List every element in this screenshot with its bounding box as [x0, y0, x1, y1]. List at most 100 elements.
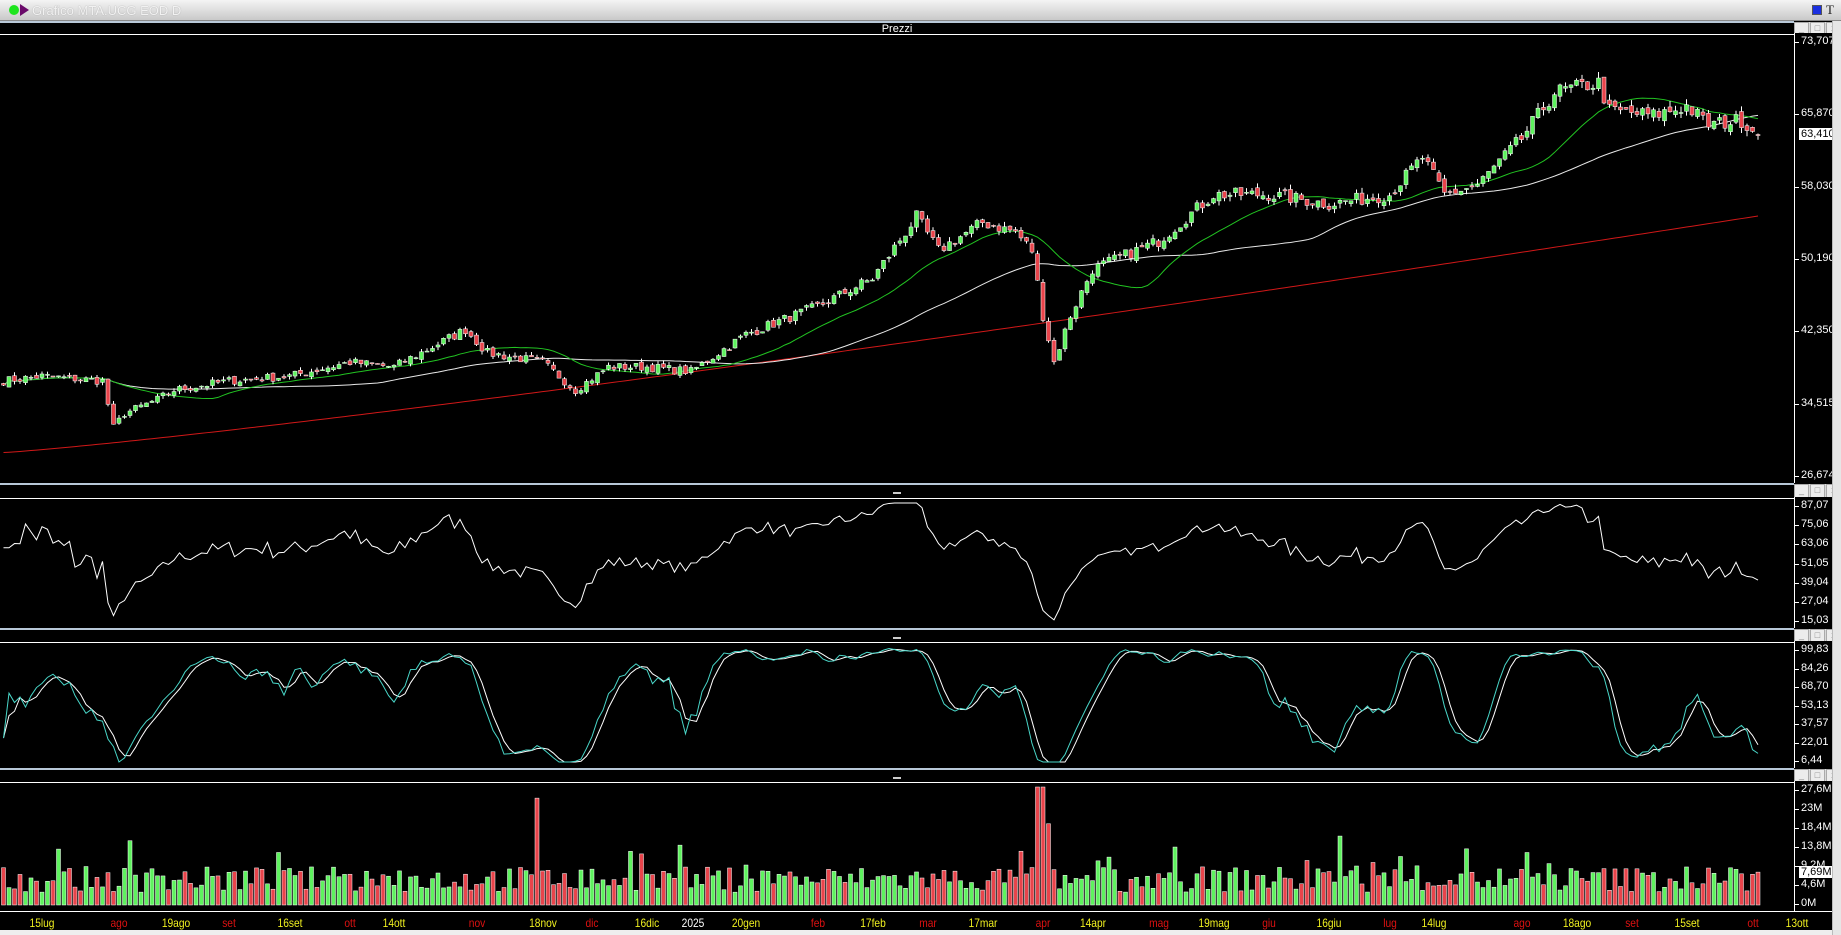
candle-body-up	[6, 376, 12, 388]
candle	[1425, 154, 1431, 166]
volume-bar	[1167, 872, 1172, 906]
candle-body-up	[1354, 192, 1359, 200]
candle	[1711, 120, 1717, 131]
candle-body-up	[1161, 240, 1167, 249]
volume-bar	[1414, 865, 1420, 906]
volume-bar	[1227, 872, 1233, 906]
candle-body-down	[67, 375, 72, 377]
volume-bar	[1568, 868, 1574, 906]
volume-bar	[1205, 889, 1211, 906]
text-tool-icon[interactable]: T	[1826, 2, 1834, 18]
volume-bar	[270, 888, 276, 906]
volume-bar	[1266, 887, 1271, 906]
axis-tick	[1795, 476, 1799, 477]
candle	[1321, 198, 1326, 210]
volume-bar	[947, 881, 952, 906]
axis-tick	[1795, 563, 1799, 565]
candle-body-up	[441, 337, 446, 345]
page-tab-strip[interactable]	[0, 930, 1832, 935]
volume-bar	[1194, 873, 1200, 906]
candle	[765, 319, 771, 332]
candle	[1282, 187, 1288, 196]
volume-bar	[617, 885, 622, 906]
candle-body-down	[281, 376, 287, 379]
volume-bar	[1634, 868, 1640, 906]
candle-body-down	[1431, 161, 1436, 170]
volume-bar	[765, 871, 771, 906]
volume-bar	[941, 870, 947, 906]
axis-tick	[1795, 650, 1799, 651]
candle-body-up	[804, 305, 809, 308]
candle-body-up	[144, 402, 149, 407]
date-label: dic	[585, 916, 599, 930]
candle-body-up	[881, 260, 886, 269]
candle	[1062, 327, 1068, 352]
candle	[831, 293, 837, 305]
volume-bar	[1233, 867, 1238, 906]
min-button[interactable]: _	[1794, 484, 1809, 498]
candle-body-up	[1491, 165, 1497, 174]
volume-bar	[237, 889, 243, 906]
candle-body-up	[496, 353, 501, 356]
candle-body-up	[617, 363, 622, 369]
candle	[743, 330, 749, 338]
candle-body-up	[1502, 150, 1508, 160]
date-label: 15lug	[29, 916, 55, 930]
candle	[1585, 81, 1590, 91]
candle	[199, 385, 204, 389]
volume-bar	[611, 879, 617, 906]
candle-body-up	[1095, 263, 1101, 277]
volume-bar	[584, 887, 589, 906]
candle	[1574, 78, 1579, 87]
candle	[1029, 238, 1035, 254]
volume-bar	[881, 875, 886, 906]
candle-body-down	[1722, 115, 1728, 129]
color-square-icon[interactable]	[1812, 5, 1822, 15]
candle	[721, 347, 727, 357]
candle-body-down	[919, 211, 925, 220]
candle-body-up	[606, 364, 611, 370]
candle-body-up	[435, 344, 441, 348]
volume-bar	[831, 871, 837, 906]
candle-body-down	[529, 355, 534, 358]
candle	[1156, 238, 1161, 252]
candle-body-up	[83, 377, 89, 383]
candle-body-down	[1601, 76, 1607, 104]
candle	[1519, 133, 1524, 143]
candle	[1695, 107, 1700, 119]
play-arrow-icon[interactable]	[20, 4, 29, 16]
candle-body-up	[1458, 190, 1464, 195]
volume-bar	[606, 885, 611, 906]
volume-bar	[1211, 869, 1216, 906]
candle	[1678, 106, 1684, 119]
candle	[1079, 289, 1084, 309]
candle	[45, 371, 50, 379]
volume-bar	[1442, 884, 1447, 906]
volume-bar	[1051, 869, 1057, 906]
volume-bar	[1711, 872, 1717, 906]
candle	[1590, 84, 1596, 95]
panel-drag-handle[interactable]	[893, 492, 901, 494]
candle	[793, 309, 798, 325]
volume-bar	[677, 844, 683, 906]
panel-drag-handle[interactable]	[893, 777, 901, 779]
vertical-scrollbar[interactable]	[1832, 21, 1841, 935]
candle-body-down	[1299, 194, 1304, 200]
candle	[336, 361, 342, 370]
volume-bar	[23, 891, 28, 906]
candle-body-down	[298, 370, 303, 374]
volume-bar	[1145, 875, 1150, 906]
axis-label: 27,6M	[1801, 783, 1832, 795]
max-button[interactable]: □	[1810, 484, 1825, 498]
volume-bar	[50, 880, 56, 906]
candle	[232, 375, 237, 387]
panel-drag-handle[interactable]	[893, 637, 901, 639]
volume-bar	[386, 875, 391, 906]
candle	[606, 362, 611, 371]
candle-body-down	[1442, 178, 1447, 193]
candle-body-up	[413, 357, 419, 359]
candle-body-up	[897, 240, 903, 244]
candle	[490, 346, 496, 360]
candle-body-down	[1282, 189, 1288, 192]
candle	[413, 356, 419, 360]
